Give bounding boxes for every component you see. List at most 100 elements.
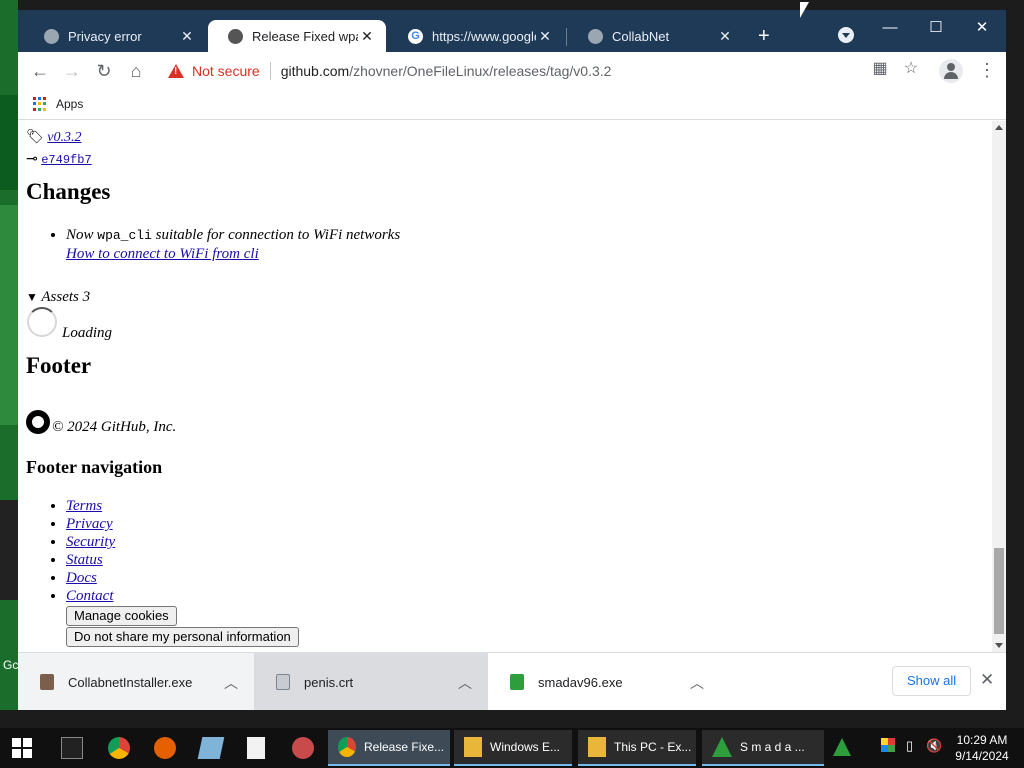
footer-nav-heading: Footer navigation — [26, 457, 163, 477]
list-item: Status — [66, 551, 115, 569]
address-bar[interactable]: Not secure github.com/zhovner/OneFileLin… — [158, 55, 968, 87]
release-tag: 🏷 v0.3.2 — [26, 129, 82, 146]
wifi-howto-link[interactable]: How to connect to WiFi from cli — [66, 246, 259, 262]
terminal-icon[interactable] — [61, 737, 83, 759]
chevron-up-icon[interactable]: ︿ — [458, 673, 472, 693]
github-logo-icon[interactable] — [26, 410, 50, 434]
taskbar-app-label: S m a d a ... — [740, 740, 805, 754]
close-tab-icon[interactable]: ✕ — [716, 28, 734, 45]
google-icon: G — [408, 28, 423, 44]
taskbar-app-browser[interactable]: Release Fixe... — [328, 730, 450, 766]
close-downloads-icon[interactable]: ✕ — [980, 670, 994, 690]
change-code: wpa_cli — [97, 228, 152, 243]
footer-link-privacy[interactable]: Privacy — [66, 516, 113, 532]
tab-strip: Privacy error ✕ Release Fixed wpa_suppli… — [18, 10, 1006, 52]
security-label: Not secure — [192, 63, 260, 79]
list-item: Now wpa_cli suitable for connection to W… — [66, 226, 400, 263]
app-icon[interactable] — [292, 737, 314, 759]
document-icon[interactable] — [247, 737, 265, 759]
footer-link-terms[interactable]: Terms — [66, 498, 102, 514]
taskbar-app-label: This PC - Ex... — [614, 740, 692, 754]
commit-icon: ⊸ — [26, 152, 38, 167]
firefox-icon[interactable] — [154, 737, 176, 759]
close-tab-icon[interactable]: ✕ — [536, 28, 554, 45]
forward-icon[interactable]: → — [59, 58, 85, 84]
url-host: github.com — [280, 63, 350, 79]
tab-google[interactable]: G https://www.google.com ✕ — [388, 20, 564, 52]
close-tab-icon[interactable]: ✕ — [178, 28, 196, 45]
tab-title: Release Fixed wpa_supplicant — [252, 28, 358, 44]
tab-collabnet[interactable]: CollabNet ✕ — [568, 20, 744, 52]
folder-icon — [588, 737, 606, 757]
taskbar-app-label: Release Fixe... — [364, 740, 445, 754]
new-tab-button[interactable]: + — [758, 26, 770, 46]
scroll-thumb[interactable] — [994, 548, 1004, 634]
volume-muted-icon[interactable]: 🔇 — [926, 738, 942, 754]
footer-link-status[interactable]: Status — [66, 552, 103, 568]
url-text: github.com/zhovner/OneFileLinux/releases… — [281, 63, 612, 79]
browser-window: Privacy error ✕ Release Fixed wpa_suppli… — [18, 10, 1006, 710]
tab-release[interactable]: Release Fixed wpa_supplicant ✕ — [208, 20, 386, 52]
vertical-scrollbar[interactable] — [992, 121, 1006, 652]
desktop-icon-label: Gc — [3, 658, 19, 672]
battery-icon[interactable]: ▯ — [906, 738, 913, 754]
footer-link-contact[interactable]: Contact — [66, 588, 114, 604]
assets-summary[interactable]: ▼ Assets 3 — [26, 289, 90, 306]
download-item[interactable]: CollabnetInstaller.exe ︿ — [18, 653, 254, 710]
footer-link-docs[interactable]: Docs — [66, 570, 97, 586]
profile-avatar-icon[interactable] — [939, 59, 963, 83]
apps-grid-icon[interactable] — [33, 97, 47, 111]
clock-date: 9/14/2024 — [955, 749, 1009, 763]
tag-icon: 🏷 — [26, 130, 44, 145]
home-icon[interactable]: ⌂ — [123, 58, 149, 84]
tag-link[interactable]: v0.3.2 — [47, 130, 81, 145]
tab-title: Privacy error — [68, 28, 142, 44]
minimize-button[interactable]: — — [867, 14, 913, 42]
back-icon[interactable]: ← — [27, 58, 53, 84]
change-suffix: suitable for connection to WiFi networks — [151, 227, 401, 243]
reload-icon[interactable]: ↻ — [91, 58, 117, 84]
page-content: 🏷 v0.3.2 ⊸ e749fb7 Changes Now wpa_cli s… — [18, 121, 992, 652]
taskbar-app-smadav[interactable]: S m a d a ... — [702, 730, 824, 766]
maximize-button[interactable]: ☐ — [913, 14, 959, 42]
download-item[interactable]: penis.crt ︿ — [254, 653, 488, 710]
tab-title: CollabNet — [612, 28, 670, 44]
notepad-icon[interactable] — [197, 737, 225, 759]
menu-icon[interactable]: ⋮ — [978, 60, 996, 80]
color-tray-icon[interactable] — [881, 738, 895, 752]
download-filename: smadav96.exe — [538, 674, 623, 690]
smadav-icon — [712, 737, 732, 757]
qr-code-icon[interactable]: ▦ — [872, 61, 888, 77]
taskbar-app-this-pc[interactable]: This PC - Ex... — [578, 730, 696, 766]
scroll-up-arrow-icon[interactable] — [995, 125, 1003, 130]
list-item: Security — [66, 533, 115, 551]
close-tab-icon[interactable]: ✕ — [358, 28, 376, 45]
chrome-icon — [338, 737, 356, 757]
scroll-down-arrow-icon[interactable] — [995, 643, 1003, 648]
show-all-downloads-button[interactable]: Show all — [892, 666, 972, 696]
bookmark-apps[interactable]: Apps — [56, 97, 83, 111]
list-item: Docs — [66, 569, 115, 587]
certificate-icon — [276, 674, 290, 690]
chevron-up-icon[interactable]: ︿ — [690, 673, 704, 693]
chrome-icon[interactable] — [108, 737, 130, 759]
assets-label: Assets 3 — [41, 289, 91, 305]
installer-icon — [40, 674, 54, 690]
system-clock[interactable]: 10:29 AM 9/14/2024 — [952, 732, 1012, 764]
smadav-tray-icon[interactable] — [833, 738, 851, 756]
do-not-share-button[interactable]: Do not share my personal information — [66, 627, 299, 647]
taskbar-app-explorer[interactable]: Windows E... — [454, 730, 572, 766]
footer-link-security[interactable]: Security — [66, 534, 115, 550]
close-window-button[interactable]: ✕ — [959, 14, 1005, 42]
tab-title: https://www.google.com — [432, 28, 536, 44]
changes-heading: Changes — [26, 179, 111, 204]
commit-link[interactable]: e749fb7 — [41, 153, 91, 167]
bookmark-star-icon[interactable]: ☆ — [903, 61, 919, 77]
tab-search-icon[interactable] — [838, 27, 854, 43]
tab-privacy-error[interactable]: Privacy error ✕ — [24, 20, 206, 52]
chevron-up-icon[interactable]: ︿ — [224, 673, 238, 693]
download-item[interactable]: smadav96.exe ︿ — [488, 653, 720, 710]
windows-start-icon[interactable] — [12, 738, 32, 758]
taskbar: Release Fixe... Windows E... This PC - E… — [0, 728, 1024, 768]
manage-cookies-button[interactable]: Manage cookies — [66, 606, 177, 626]
